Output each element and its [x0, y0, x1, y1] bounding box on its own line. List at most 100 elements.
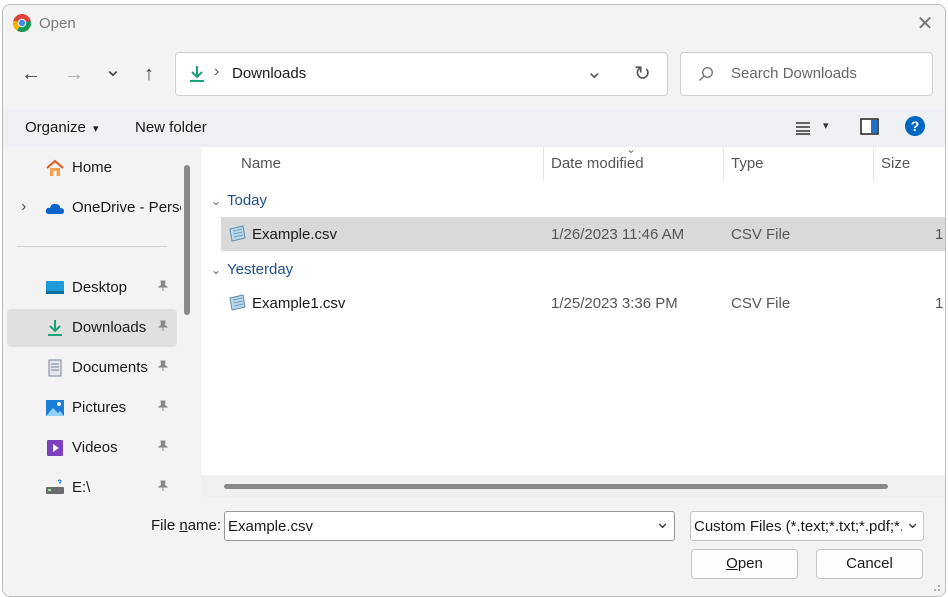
organize-label: Organize: [25, 119, 86, 136]
new-folder-button[interactable]: New folder: [135, 119, 207, 136]
download-icon: [190, 66, 204, 82]
documents-icon: [48, 359, 62, 377]
videos-icon: [47, 440, 63, 456]
sidebar-item-label: Videos: [72, 439, 118, 456]
address-bar[interactable]: › Downloads ⌄ ↻: [175, 52, 668, 96]
file-type-filter-select[interactable]: Custom Files (*.text;*.txt;*.pdf;*.c ⌄: [690, 511, 924, 541]
chrome-icon: [12, 14, 32, 33]
breadcrumb-separator: ›: [214, 63, 220, 80]
address-dropdown-button[interactable]: ⌄: [586, 59, 603, 84]
help-button[interactable]: ?: [905, 116, 925, 136]
cancel-button[interactable]: Cancel: [816, 549, 923, 579]
pin-icon[interactable]: [157, 480, 169, 495]
file-type-filter-value: Custom Files (*.text;*.txt;*.pdf;*.c: [694, 518, 902, 535]
pushpin-icon: [157, 480, 169, 491]
filename-value: Example.csv: [228, 518, 314, 535]
navigation-pane: Home › OneDrive - Perso Desktop Download…: [3, 147, 181, 497]
pin-icon[interactable]: [157, 280, 169, 295]
sidebar-divider: [17, 246, 167, 247]
file-date-modified: 1/25/2023 3:36 PM: [551, 295, 678, 312]
open-accelerator: O: [726, 555, 738, 572]
pushpin-icon: [157, 280, 169, 291]
view-caret-icon: ▾: [823, 120, 829, 132]
download-icon: [48, 320, 62, 336]
file-type: CSV File: [731, 226, 791, 243]
sidebar-item-label: Pictures: [72, 399, 127, 416]
column-separator[interactable]: [543, 147, 544, 181]
navigation-pane-scrollbar[interactable]: [184, 165, 190, 315]
resize-grip-icon[interactable]: [931, 582, 941, 592]
pushpin-icon: [157, 320, 169, 331]
sidebar-item-videos[interactable]: Videos: [7, 429, 177, 467]
group-header-today[interactable]: ⌄ Today: [211, 192, 267, 209]
pin-icon[interactable]: [157, 320, 169, 335]
sidebar-item-home[interactable]: Home: [7, 149, 177, 187]
open-label: pen: [737, 555, 763, 572]
sidebar-item-label: OneDrive - Perso: [72, 199, 181, 216]
file-name: Example.csv: [252, 226, 338, 243]
open-button[interactable]: Open: [691, 549, 798, 579]
file-row-example1-csv[interactable]: Example1.csv 1/25/2023 3:36 PM CSV File …: [221, 286, 945, 320]
recent-locations-button[interactable]: ⌄: [98, 55, 128, 85]
search-box[interactable]: Search Downloads: [680, 52, 933, 96]
desktop-icon: [46, 281, 64, 294]
up-button[interactable]: ↑: [134, 59, 164, 89]
search-icon: [699, 66, 714, 81]
home-icon: [46, 159, 64, 176]
filter-dropdown-chevron-icon: ⌄: [905, 512, 921, 533]
column-separator[interactable]: [723, 147, 724, 181]
onedrive-icon: [45, 203, 64, 214]
filename-input[interactable]: Example.csv ⌄: [224, 511, 675, 541]
close-button[interactable]: ✕: [911, 10, 939, 38]
collapse-chevron-icon: ⌄: [211, 194, 222, 208]
group-header-yesterday[interactable]: ⌄ Yesterday: [211, 261, 293, 278]
pin-icon[interactable]: [157, 360, 169, 375]
sidebar-item-documents[interactable]: Documents: [7, 349, 177, 387]
preview-pane-icon[interactable]: [860, 118, 879, 135]
sidebar-item-downloads[interactable]: Downloads: [7, 309, 177, 347]
forward-button[interactable]: →: [59, 59, 89, 89]
sidebar-item-onedrive[interactable]: › OneDrive - Perso: [7, 189, 181, 227]
column-header-size[interactable]: Size: [881, 155, 910, 172]
filename-label-accelerator: n: [179, 517, 188, 534]
search-placeholder: Search Downloads: [731, 65, 857, 82]
column-header-date-modified[interactable]: Date modified: [551, 155, 644, 172]
sidebar-item-desktop[interactable]: Desktop: [7, 269, 177, 307]
file-list: Name ⌄ Date modified Type Size ⌄ Today Ex…: [201, 147, 945, 497]
pin-icon[interactable]: [157, 440, 169, 455]
file-date-modified: 1/26/2023 11:46 AM: [551, 226, 685, 243]
csv-file-icon: [229, 225, 246, 242]
drive-icon: [46, 479, 64, 494]
refresh-button[interactable]: ↻: [634, 61, 651, 86]
collapse-chevron-icon: ⌄: [211, 263, 222, 277]
breadcrumb-downloads[interactable]: Downloads: [232, 65, 306, 82]
sidebar-item-drive-e[interactable]: E:\: [7, 469, 177, 497]
filename-label-text: File: [151, 517, 180, 534]
column-header-name[interactable]: Name: [241, 155, 281, 172]
organize-caret-icon: ▾: [93, 123, 99, 135]
column-separator[interactable]: [873, 147, 874, 181]
expand-chevron-icon[interactable]: ›: [21, 198, 26, 216]
pin-icon[interactable]: [157, 400, 169, 415]
pushpin-icon: [157, 400, 169, 411]
back-button[interactable]: ←: [16, 59, 46, 89]
file-size: 1: [935, 295, 944, 312]
organize-button[interactable]: Organize ▾: [25, 119, 99, 136]
horizontal-scrollbar-thumb[interactable]: [224, 484, 888, 489]
sidebar-item-label: Documents: [72, 359, 148, 376]
pictures-icon: [46, 400, 64, 416]
filename-label-text: ame:: [187, 517, 222, 534]
pushpin-icon: [157, 360, 169, 371]
group-label: Today: [227, 192, 268, 209]
column-header-type[interactable]: Type: [731, 155, 764, 172]
view-options-button[interactable]: ▾: [793, 119, 837, 139]
sidebar-item-pictures[interactable]: Pictures: [7, 389, 177, 427]
pushpin-icon: [157, 440, 169, 451]
sidebar-item-label: Home: [72, 159, 113, 176]
window-title: Open: [39, 15, 76, 32]
file-row-example-csv[interactable]: Example.csv 1/26/2023 11:46 AM CSV File …: [221, 217, 945, 251]
filename-label: File name:: [151, 517, 221, 534]
file-size: 1: [935, 226, 944, 243]
filename-history-dropdown[interactable]: ⌄: [655, 512, 670, 533]
title-bar: Open ✕: [3, 5, 945, 43]
